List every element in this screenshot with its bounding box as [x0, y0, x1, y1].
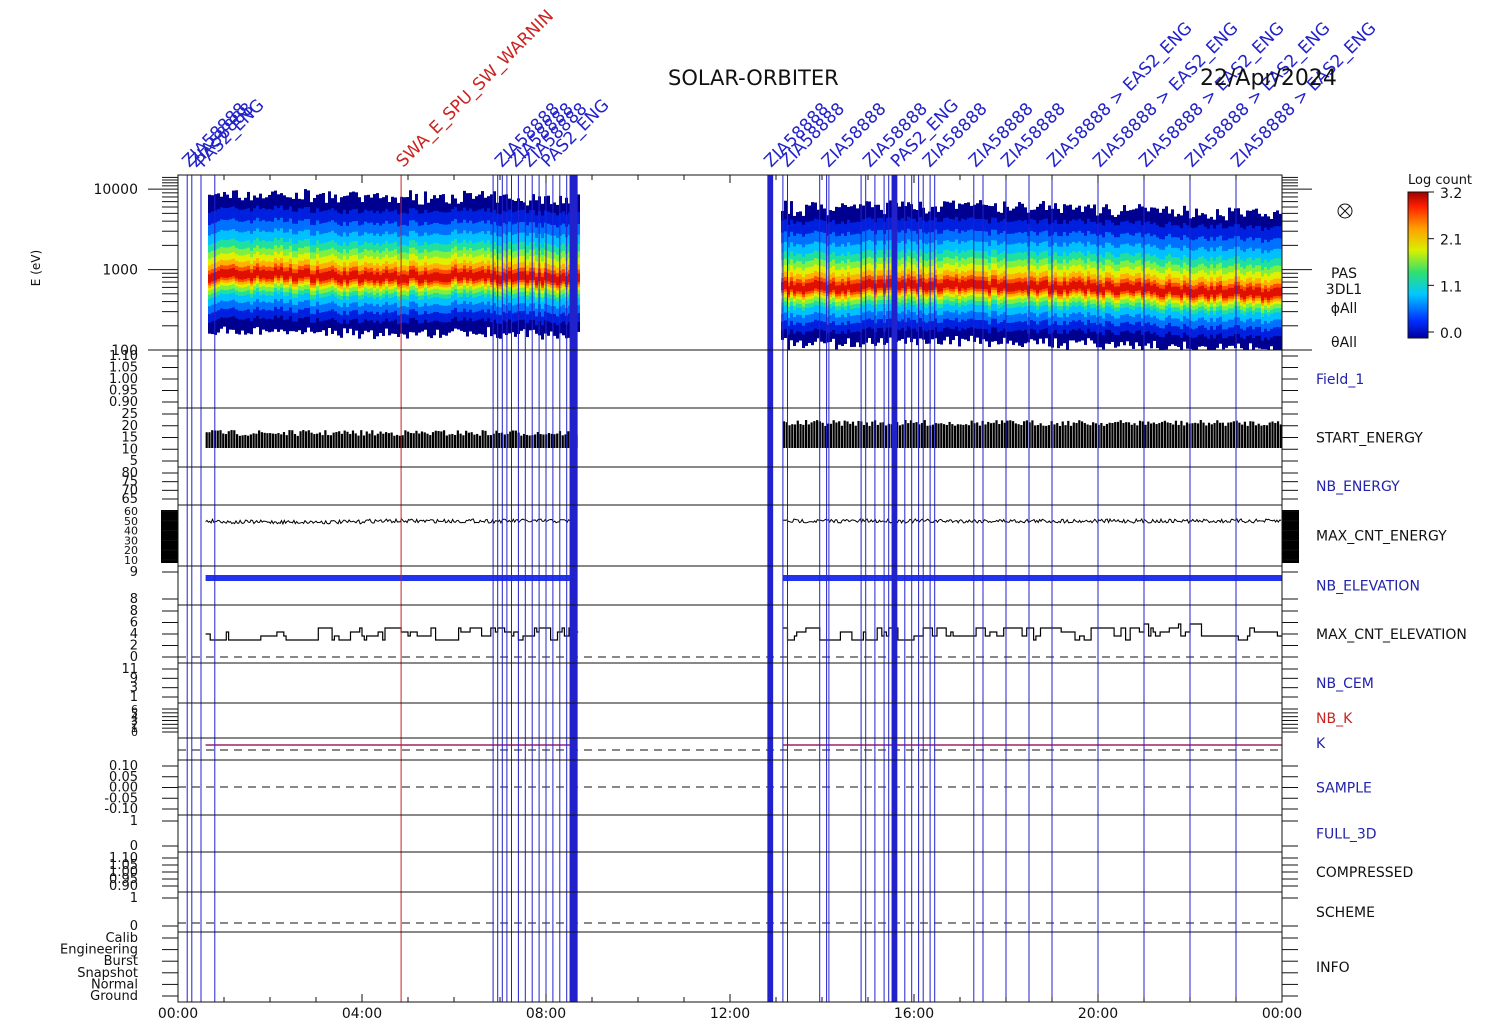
panel-label-info: INFO	[1316, 960, 1350, 976]
spectrogram-label: ϕAll	[1331, 301, 1358, 317]
panel-label-field_1: Field_1	[1316, 372, 1364, 388]
spectrogram-label: 3DL1	[1326, 282, 1362, 298]
panel-tick-label: 0	[131, 726, 138, 739]
panel-label-start_energy: START_ENERGY	[1316, 431, 1423, 447]
spectrogram-tick-label: 10000	[93, 182, 138, 198]
colorbar-tick-label: 1.1	[1440, 279, 1462, 295]
colorbar-title: Log count	[1408, 173, 1472, 188]
panel-label-compressed: COMPRESSED	[1316, 865, 1413, 881]
panel-label-nb_elevation: NB_ELEVATION	[1316, 579, 1420, 595]
spectrogram-ylabel: E (eV)	[29, 250, 43, 286]
nb-elevation-trace	[782, 575, 1282, 581]
colorbar-tick-label: 3.2	[1440, 186, 1462, 202]
nb-elevation-trace	[205, 575, 576, 581]
x-tick-label: 16:00	[894, 1006, 934, 1020]
panel-label-nb_energy: NB_ENERGY	[1316, 479, 1400, 495]
plot-canvas: 3.22.11.10.0PAS3DL1ϕAllθAll1000010001001…	[29, 6, 1472, 1022]
spectrogram-tick-label: 1000	[102, 263, 138, 279]
panel-label-scheme: SCHEME	[1316, 905, 1375, 921]
max-cnt-energy-trace	[782, 517, 1282, 525]
max-cnt-elevation-trace	[205, 627, 579, 641]
x-tick-label: 12:00	[710, 1006, 750, 1020]
mission-title: SOLAR-ORBITER	[668, 66, 839, 90]
spectrogram-label: θAll	[1331, 335, 1357, 351]
panel-label-k: K	[1316, 736, 1326, 752]
panel-tick-label: 1	[130, 891, 138, 906]
colorbar	[1407, 191, 1429, 339]
max-cnt-elevation-trace	[782, 623, 1282, 641]
x-tick-label: 20:00	[1078, 1006, 1118, 1020]
max-cnt-energy-trace	[205, 517, 576, 526]
plot-date: 22/Apr/2024	[1200, 66, 1337, 91]
panel-label-max_cnt_elevation: MAX_CNT_ELEVATION	[1316, 627, 1467, 643]
panel-tick-label: 1	[130, 814, 138, 829]
x-tick-label: 00:00	[158, 1006, 198, 1020]
panel-tick-label: Ground	[90, 989, 138, 1004]
x-tick-label: 00:00	[1262, 1006, 1302, 1020]
panel-label-sample: SAMPLE	[1316, 781, 1372, 797]
spectrogram-label: PAS	[1331, 266, 1357, 282]
panel-label-nb_cem: NB_CEM	[1316, 676, 1374, 692]
x-tick-label: 04:00	[342, 1006, 382, 1020]
panel-tick-label: 9	[130, 565, 138, 580]
panel-label-max_cnt_energy: MAX_CNT_ENERGY	[1316, 529, 1447, 545]
x-tick-label: 08:00	[526, 1006, 566, 1020]
panel-label-nb_k: NB_K	[1316, 711, 1353, 727]
colorbar-tick-label: 2.1	[1440, 233, 1462, 249]
colorbar-tick-label: 0.0	[1440, 326, 1462, 342]
panel-label-full_3d: FULL_3D	[1316, 827, 1377, 843]
solar-orbiter-summary-plot: 3.2 2.1 1.1 0.0 PAS 3DL1 ϕAll θAll 10000 1000 100 1…	[0, 0, 1512, 1022]
